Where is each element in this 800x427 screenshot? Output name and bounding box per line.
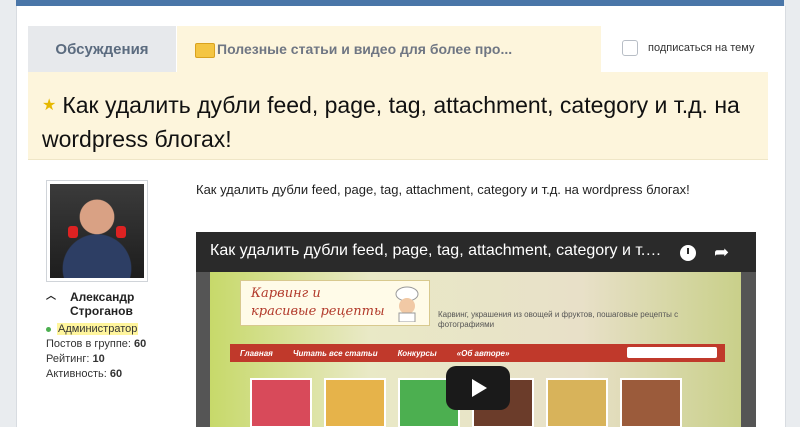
- caret-up-icon: ︿: [46, 291, 56, 302]
- chef-icon: [395, 286, 419, 322]
- tab-discussions-label: Обсуждения: [55, 40, 149, 58]
- play-button[interactable]: [446, 366, 510, 410]
- site-nav-item: Читать все статьи: [292, 348, 378, 358]
- author-role: Администратор: [57, 323, 139, 335]
- thumbnail-image: [620, 378, 682, 427]
- video-title-bar: Как удалить дубли feed, page, tag, attac…: [196, 232, 756, 272]
- thumbnail-image: [546, 378, 608, 427]
- site-nav-item: Конкурсы: [397, 348, 437, 358]
- folder-star-icon: [195, 42, 215, 58]
- stat-posts: Постов в группе: 60: [46, 338, 166, 350]
- author-name-row[interactable]: ︿ Александр Строганов: [46, 290, 166, 318]
- avatar[interactable]: [46, 180, 148, 282]
- video-embed[interactable]: Как удалить дубли feed, page, tag, attac…: [196, 232, 756, 427]
- subscribe-checkbox[interactable]: [622, 40, 638, 56]
- site-nav-item: «Об авторе»: [456, 348, 510, 358]
- stat-posts-value: 60: [134, 338, 147, 350]
- tab-current-topic-label: Полезные статьи и видео для более про...: [217, 41, 513, 57]
- thumbnail-image: [250, 378, 312, 427]
- watch-later-icon[interactable]: [680, 245, 696, 261]
- subscribe-toggle[interactable]: подписаться на тему: [622, 40, 754, 56]
- author-first-name: Александр: [70, 290, 135, 304]
- author-role-row: Администратор: [46, 323, 166, 335]
- tab-discussions[interactable]: Обсуждения: [28, 26, 176, 72]
- tab-current-topic[interactable]: Полезные статьи и видео для более про...: [177, 26, 601, 72]
- stat-rating-label: Рейтинг:: [46, 353, 90, 365]
- stat-activity: Активность: 60: [46, 368, 166, 380]
- post-body-text: Как удалить дубли feed, page, tag, attac…: [196, 182, 690, 197]
- stat-activity-label: Активность:: [46, 368, 107, 380]
- stat-activity-value: 60: [109, 368, 123, 380]
- star-icon: ★: [42, 97, 57, 114]
- site-description: Карвинг, украшения из овощей и фруктов, …: [438, 310, 679, 329]
- author-last-name: Строганов: [70, 304, 133, 318]
- video-title[interactable]: Как удалить дубли feed, page, tag, attac…: [210, 242, 670, 260]
- author-info: ︿ Александр Строганов Администратор Посто…: [46, 290, 166, 380]
- site-nav: Главная Читать все статьи Конкурсы «Об а…: [230, 344, 725, 362]
- site-logo-line2: красивые рецепты: [251, 304, 385, 319]
- stat-posts-label: Постов в группе:: [46, 338, 131, 350]
- topic-title: Как удалить дубли feed, page, tag, attac…: [42, 92, 740, 152]
- avatar-photo: [50, 184, 144, 278]
- online-status-icon: [46, 326, 51, 332]
- stat-rating: Рейтинг: 10: [46, 353, 166, 365]
- thumbnail-image: [324, 378, 386, 427]
- stat-rating-value: 10: [92, 353, 105, 365]
- site-logo-line1: Карвинг и: [251, 286, 321, 301]
- share-icon[interactable]: ➦: [714, 242, 729, 263]
- topic-header: ★ Как удалить дубли feed, page, tag, atta…: [28, 72, 768, 160]
- author-name[interactable]: Александр Строганов: [70, 290, 134, 318]
- subscribe-label: подписаться на тему: [648, 42, 755, 54]
- site-nav-item: Главная: [240, 348, 273, 358]
- site-search-box: [627, 347, 717, 358]
- headphone-right: [116, 226, 126, 238]
- headphone-left: [68, 226, 78, 238]
